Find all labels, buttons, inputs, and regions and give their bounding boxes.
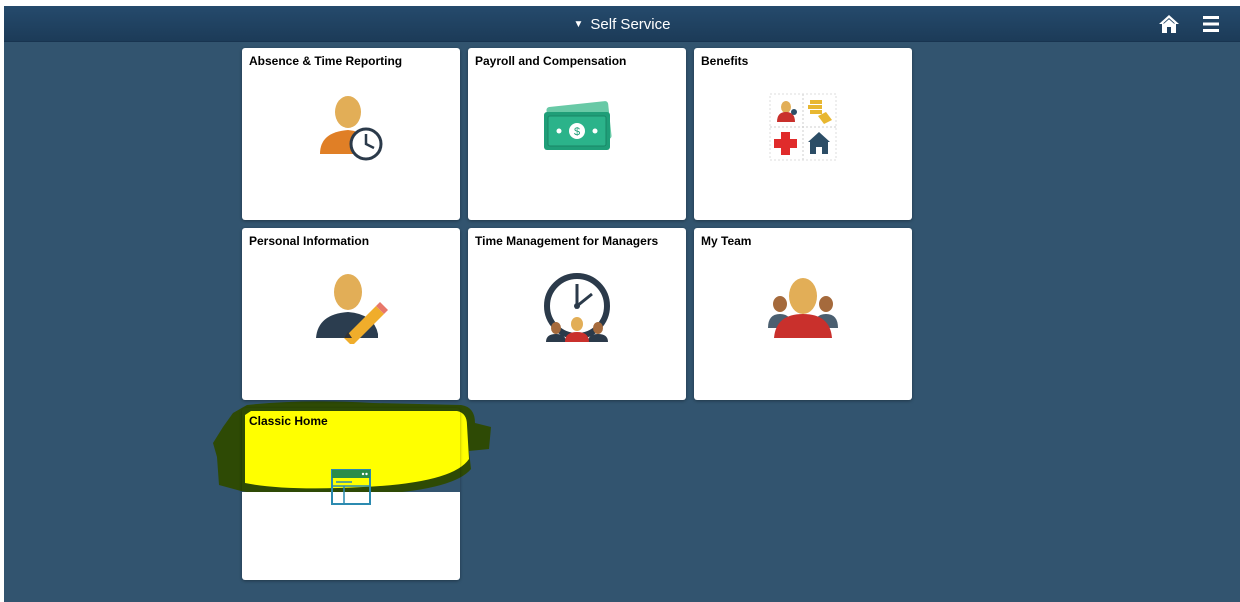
tile-personal-information[interactable]: Personal Information (242, 228, 460, 400)
tile-title: Personal Information (249, 234, 370, 248)
person-pencil-icon (316, 274, 388, 344)
clock-team-icon (544, 273, 610, 342)
banner: ▼ Self Service (4, 6, 1240, 42)
tile-classic-home[interactable]: Classic Home (242, 408, 460, 580)
page-title-dropdown[interactable]: ▼ Self Service (4, 6, 1240, 42)
tile-title: My Team (701, 234, 752, 248)
tile-title: Classic Home (249, 414, 328, 428)
tile-title: Payroll and Compensation (475, 54, 627, 68)
app-frame: ▼ Self Service Absence & Time Reporting (4, 6, 1240, 602)
window-icon (331, 469, 371, 505)
money-icon: $ (544, 101, 612, 150)
tile-benefits[interactable]: Benefits (694, 48, 912, 220)
hamburger-icon (1203, 16, 1219, 32)
benefits-grid-icon (769, 93, 837, 161)
page-title: Self Service (590, 15, 671, 33)
tile-title: Time Management for Managers (475, 234, 659, 248)
navbar-menu-button[interactable] (1200, 13, 1222, 35)
tile-payroll-compensation[interactable]: Payroll and Compensation $ (468, 48, 686, 220)
svg-text:$: $ (574, 126, 580, 138)
tile-absence-time-reporting[interactable]: Absence & Time Reporting (242, 48, 460, 220)
caret-down-icon: ▼ (573, 18, 584, 30)
team-icon (768, 278, 838, 338)
home-icon (1159, 15, 1179, 33)
person-clock-icon (320, 96, 383, 161)
tile-my-team[interactable]: My Team (694, 228, 912, 400)
tile-time-management-managers[interactable]: Time Management for Managers (468, 228, 686, 400)
tile-title: Benefits (701, 54, 749, 68)
tile-title: Absence & Time Reporting (249, 54, 403, 68)
home-button[interactable] (1158, 13, 1180, 35)
